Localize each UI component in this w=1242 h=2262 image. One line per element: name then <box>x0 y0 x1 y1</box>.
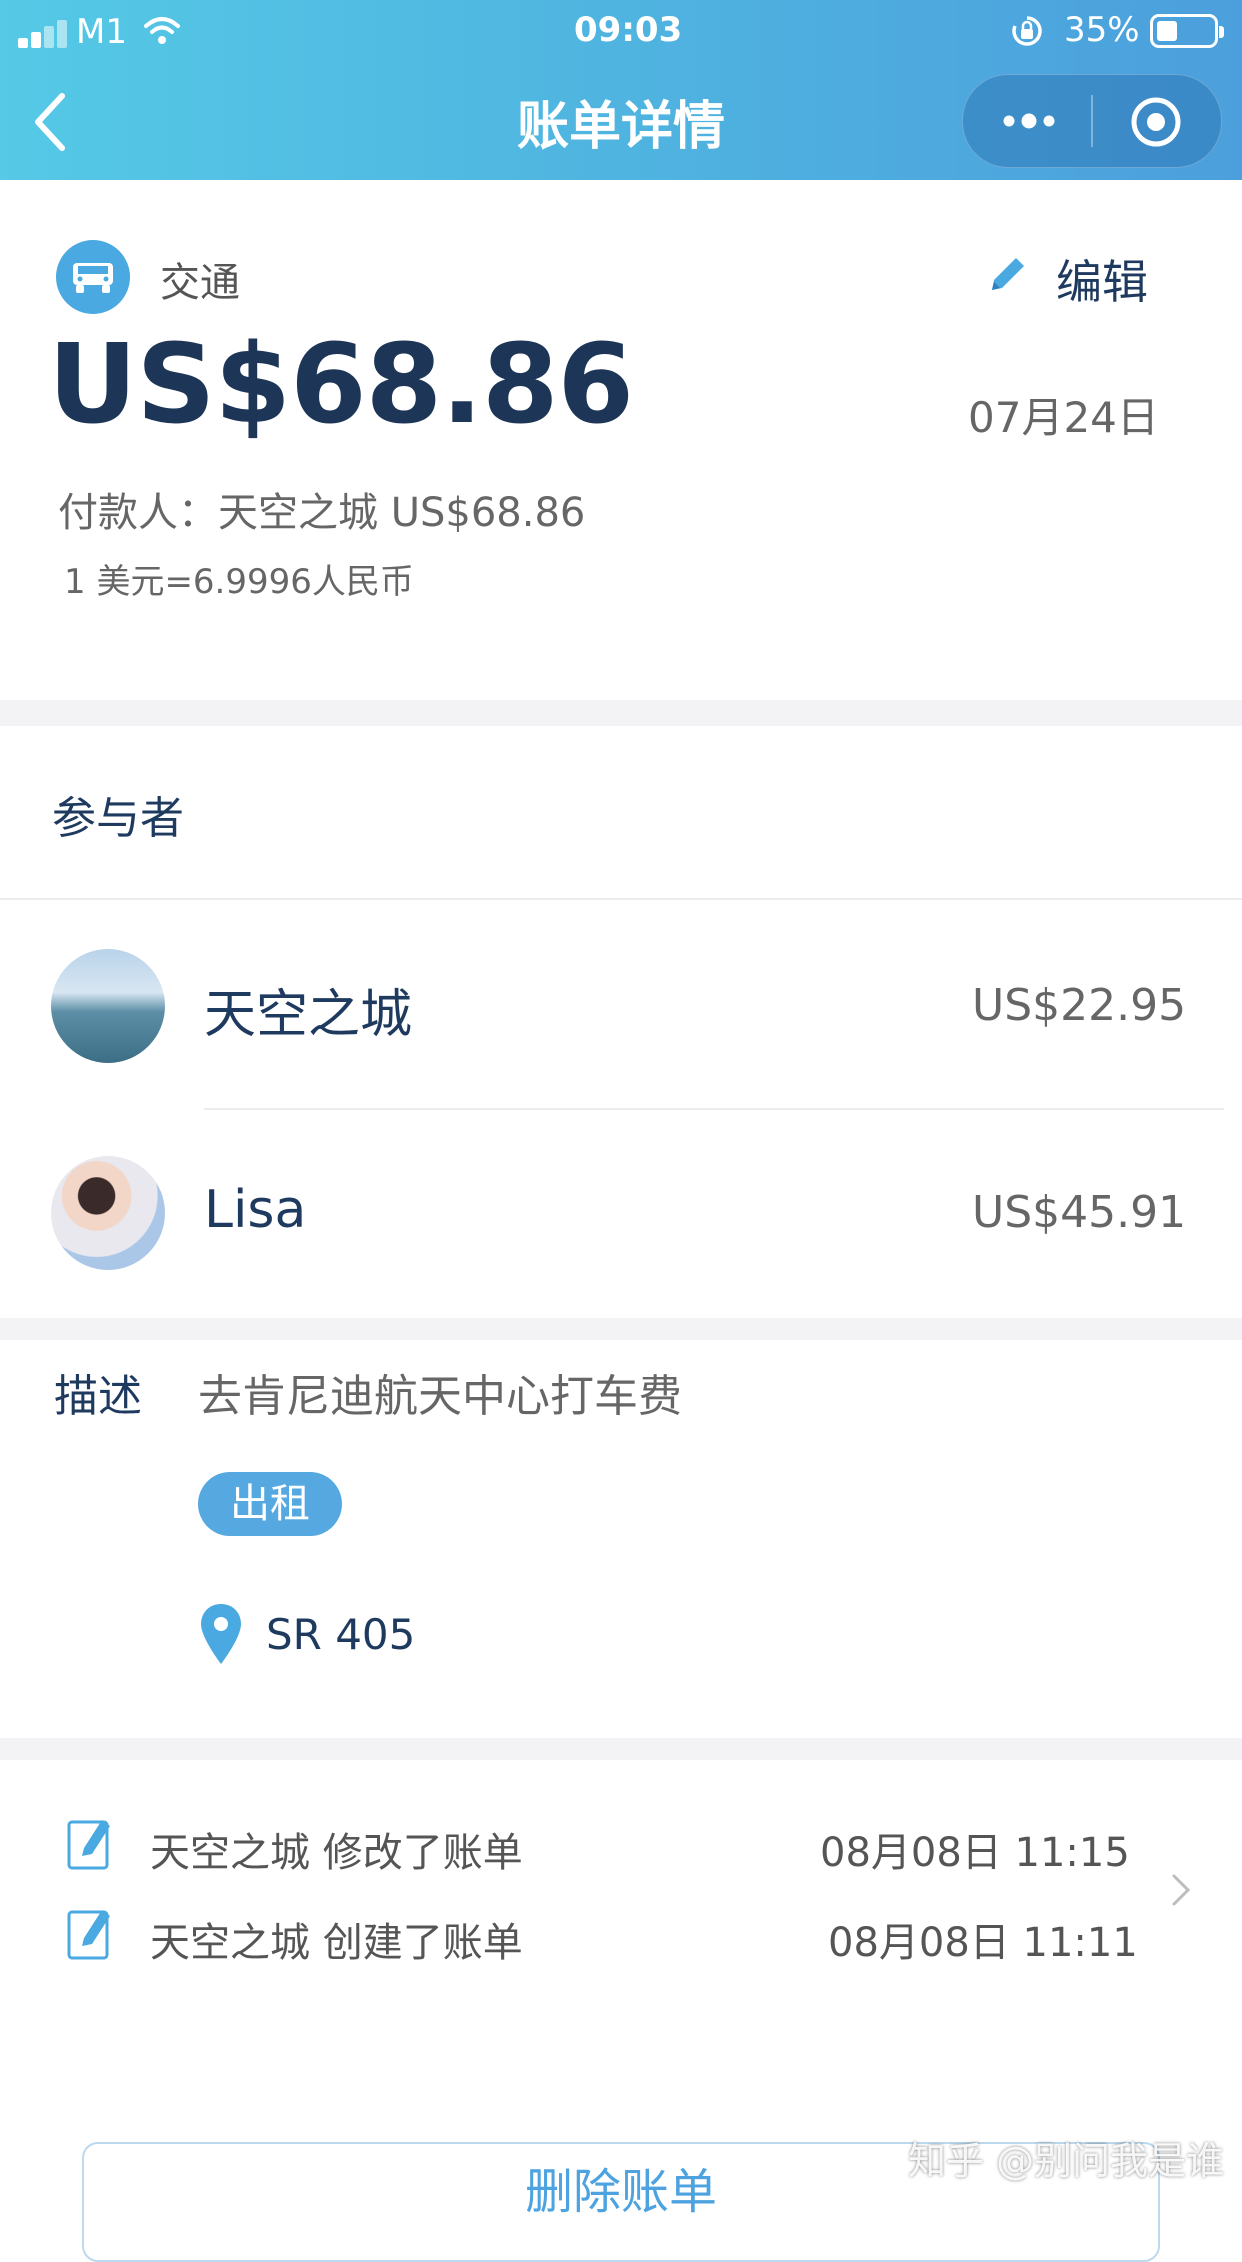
target-circle-icon[interactable] <box>1129 95 1183 149</box>
divider-line <box>0 898 1242 900</box>
activity-text: 天空之城 创建了账单 <box>150 1920 523 1966</box>
participant-name: 天空之城 <box>204 985 413 1045</box>
payer-info: 付款人：天空之城 US$68.86 <box>58 490 586 536</box>
location-pin-icon <box>201 1604 241 1664</box>
bill-amount: US$68.86 <box>48 320 634 448</box>
description-text: 去肯尼迪航天中心打车费 <box>198 1371 682 1422</box>
description-label: 描述 <box>54 1371 142 1422</box>
edit-document-icon <box>67 1820 110 1870</box>
battery-percent: 35% <box>1064 10 1140 50</box>
section-divider <box>0 1738 1242 1760</box>
section-divider <box>0 1318 1242 1340</box>
category-label: 交通 <box>160 260 240 306</box>
edit-document-icon <box>67 1910 110 1960</box>
carrier-label: M1 <box>76 12 127 52</box>
exchange-rate: 1 美元=6.9996人民币 <box>64 562 414 602</box>
header-bar: M1 09:03 35% 账单详情 <box>0 0 1242 180</box>
activity-date: 08月08日 11:15 <box>820 1830 1130 1876</box>
activity-date: 08月08日 11:11 <box>828 1920 1138 1966</box>
participants-title: 参与者 <box>52 793 184 844</box>
location-text: SR 405 <box>266 1610 416 1659</box>
car-icon <box>73 263 113 293</box>
participant-amount: US$45.91 <box>972 1187 1187 1238</box>
chevron-right-icon[interactable] <box>1170 1872 1194 1908</box>
more-dots-icon[interactable] <box>999 105 1059 137</box>
mini-program-capsule <box>962 74 1222 168</box>
edit-button[interactable]: 编辑 <box>1056 246 1148 312</box>
pencil-icon[interactable] <box>984 252 1030 298</box>
avatar <box>51 1156 165 1270</box>
battery-icon <box>1150 14 1224 48</box>
participant-amount: US$22.95 <box>972 980 1187 1031</box>
status-time: 09:03 <box>574 10 683 50</box>
activity-text: 天空之城 修改了账单 <box>150 1830 523 1876</box>
participant-name: Lisa <box>204 1180 307 1240</box>
wifi-icon <box>144 17 180 44</box>
divider-line <box>204 1108 1224 1110</box>
signal-icon <box>18 20 74 48</box>
avatar <box>51 949 165 1063</box>
section-divider <box>0 700 1242 726</box>
bill-date: 07月24日 <box>968 393 1159 442</box>
watermark: 知乎 @别问我是谁 <box>908 2139 1225 2183</box>
orientation-lock-icon <box>1012 16 1042 46</box>
tag-badge: 出租 <box>198 1472 342 1536</box>
category-icon-circle <box>56 240 130 314</box>
